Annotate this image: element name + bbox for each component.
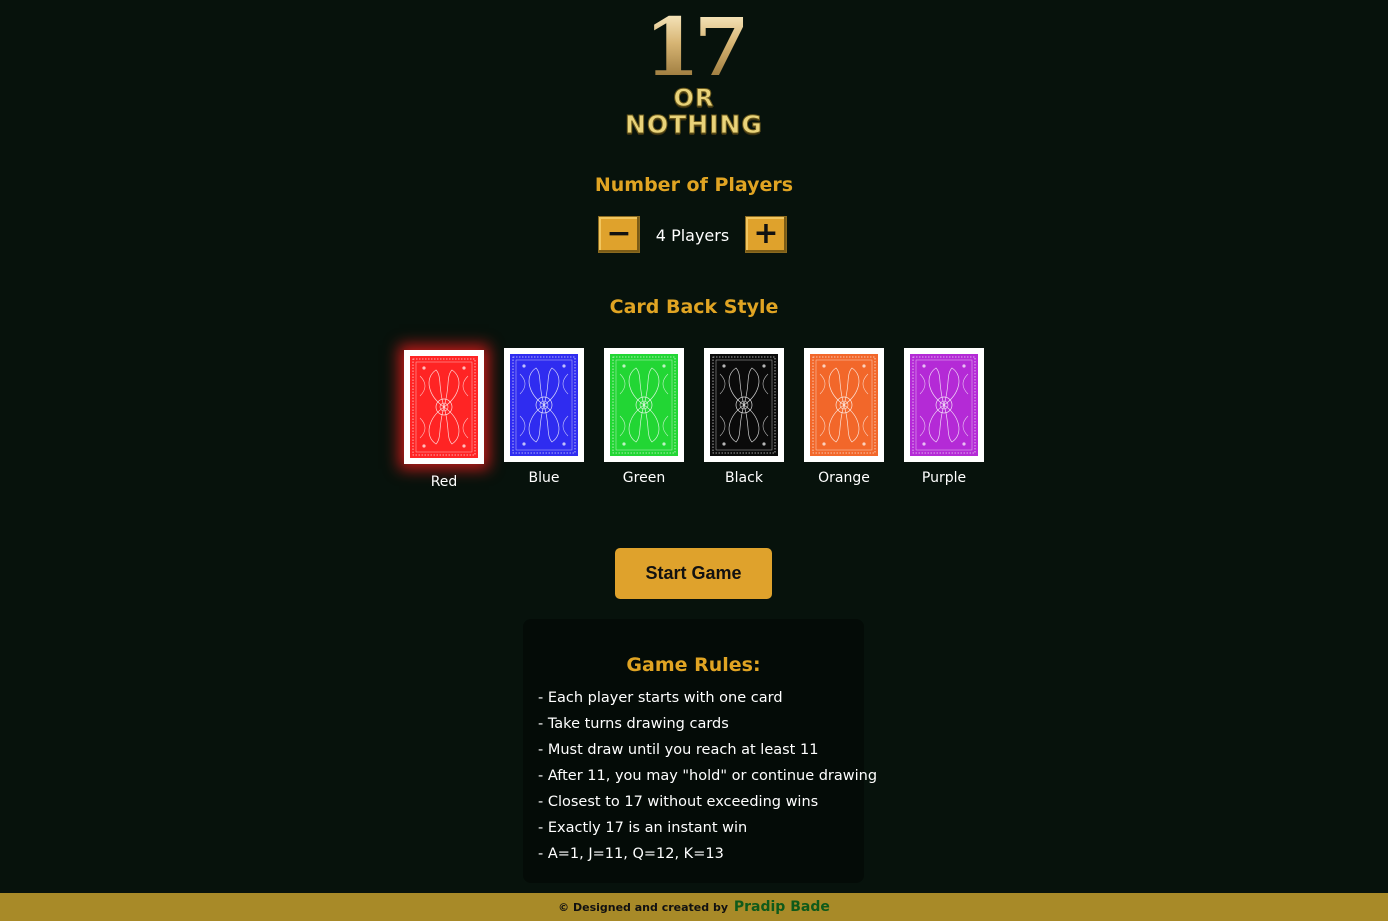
- card-back-label: Green: [622, 470, 666, 486]
- game-rules-panel: Game Rules: - Each player starts with on…: [523, 619, 877, 883]
- card-pattern: [610, 354, 678, 456]
- card-back-red[interactable]: Red: [404, 350, 484, 490]
- card-back-purple[interactable]: Purple: [904, 348, 984, 486]
- game-setup-page: 17 OR NOTHING Number of Players − 4 Play…: [0, 0, 1388, 921]
- card-back-orange[interactable]: Orange: [804, 348, 884, 486]
- decrease-players-button[interactable]: −: [598, 216, 640, 253]
- card-pattern: [710, 354, 778, 456]
- logo-or: OR: [673, 84, 715, 112]
- card-pattern: [810, 354, 878, 456]
- rule-item: - Each player starts with one card: [538, 690, 783, 706]
- card-back-black[interactable]: Black: [704, 348, 784, 486]
- footer: © Designed and created by Pradip Bade: [0, 893, 1388, 921]
- card-back-image: [904, 348, 984, 462]
- card-back-blue[interactable]: Blue: [504, 348, 584, 486]
- card-back-options: Red Blue Green Black Orange Purple: [404, 348, 1004, 498]
- rules-list: - Each player starts with one card - Tak…: [538, 685, 877, 867]
- rule-item: - A=1, J=11, Q=12, K=13: [538, 846, 724, 862]
- rule-item: - Must draw until you reach at least 11: [538, 742, 819, 758]
- card-pattern: [510, 354, 578, 456]
- logo-nothing: NOTHING: [625, 110, 763, 140]
- card-back-image: [804, 348, 884, 462]
- card-pattern: [410, 356, 478, 458]
- rule-item: - Closest to 17 without exceeding wins: [538, 794, 819, 810]
- card-back-green[interactable]: Green: [604, 348, 684, 486]
- card-back-image: [604, 348, 684, 462]
- players-stepper: − 4 Players +: [598, 216, 788, 254]
- increase-players-button[interactable]: +: [745, 216, 787, 253]
- players-heading: Number of Players: [594, 174, 794, 196]
- players-count: 4 Players: [655, 226, 730, 245]
- footer-credit: © Designed and created by: [558, 901, 729, 914]
- rule-item: - After 11, you may "hold" or continue d…: [538, 768, 878, 784]
- card-back-image: [704, 348, 784, 462]
- card-back-label: Red: [430, 474, 458, 490]
- footer-author-link[interactable]: Pradip Bade: [734, 899, 830, 915]
- card-back-label: Purple: [921, 470, 967, 486]
- card-back-label: Black: [725, 470, 763, 486]
- game-logo: 17 OR NOTHING: [0, 6, 1388, 140]
- card-back-image: [404, 350, 484, 464]
- rule-item: - Take turns drawing cards: [538, 716, 729, 732]
- rule-item: - Exactly 17 is an instant win: [538, 820, 748, 836]
- logo-number: 17: [0, 6, 1388, 88]
- card-back-label: Blue: [528, 470, 560, 486]
- card-back-label: Orange: [818, 470, 870, 486]
- card-back-image: [504, 348, 584, 462]
- card-back-heading: Card Back Style: [609, 296, 779, 318]
- rules-title: Game Rules:: [626, 654, 761, 676]
- card-pattern: [910, 354, 978, 456]
- start-game-button[interactable]: Start Game: [615, 548, 772, 599]
